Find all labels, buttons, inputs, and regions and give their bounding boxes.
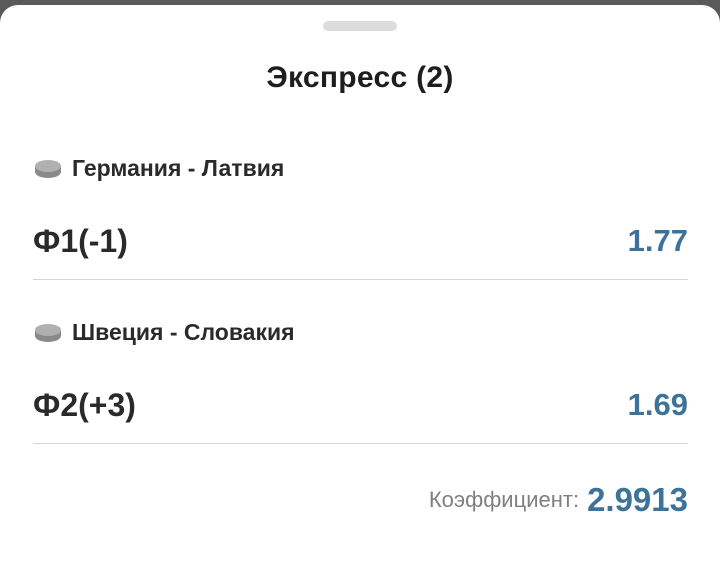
bet-outcome-label: Ф1(-1): [33, 222, 128, 259]
drag-handle[interactable]: [323, 21, 397, 31]
bet-outcome-row-1[interactable]: Ф1(-1) 1.77: [33, 219, 688, 263]
total-odds-label: Коэффициент:: [428, 487, 580, 512]
divider: [33, 279, 688, 280]
bet-odds: 1.69: [627, 387, 688, 422]
hockey-puck-icon: [34, 158, 64, 178]
bet-event-label: Германия - Латвия: [72, 154, 285, 181]
bet-event-1: Германия - Латвия: [34, 153, 284, 183]
bet-event-2: Швеция - Словакия: [34, 317, 295, 347]
total-odds-value: 2.9913: [587, 481, 688, 518]
bet-event-label: Швеция - Словакия: [72, 318, 295, 345]
bet-odds: 1.77: [627, 223, 688, 258]
bet-outcome-label: Ф2(+3): [33, 386, 136, 423]
divider: [33, 443, 688, 444]
hockey-puck-icon: [34, 322, 64, 342]
total-odds: Коэффициент: 2.9913: [429, 478, 688, 522]
bet-outcome-row-2[interactable]: Ф2(+3) 1.69: [33, 383, 688, 427]
sheet-title: Экспресс (2): [266, 61, 454, 94]
